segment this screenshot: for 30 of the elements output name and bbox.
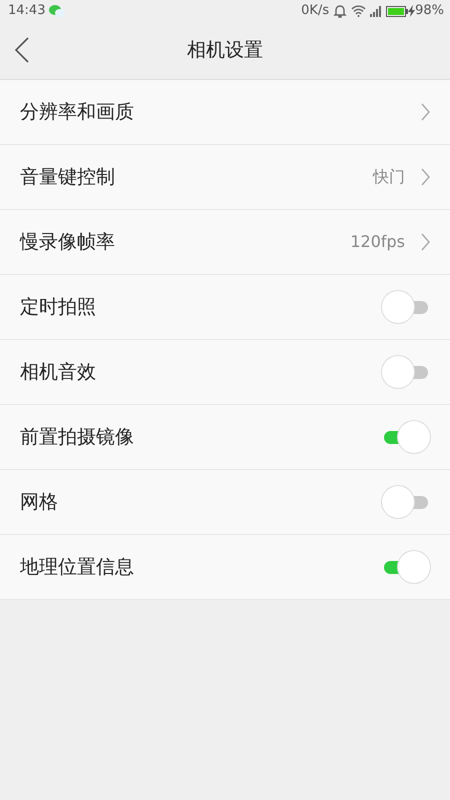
toggle-switch[interactable] xyxy=(382,420,430,454)
setting-label: 网格 xyxy=(20,490,58,515)
setting-label: 分辨率和画质 xyxy=(20,100,134,125)
setting-label: 音量键控制 xyxy=(20,164,115,190)
chevron-right-icon[interactable] xyxy=(421,103,430,121)
wifi-icon xyxy=(351,5,366,17)
back-button[interactable] xyxy=(14,36,30,64)
network-speed: 0K/s xyxy=(301,2,330,20)
battery-icon xyxy=(386,6,408,16)
setting-value: 快门 xyxy=(373,166,405,188)
setting-label: 慢录像帧率 xyxy=(20,230,115,255)
setting-label: 相机音效 xyxy=(20,360,96,385)
charging-icon xyxy=(408,5,416,17)
battery-percent: 98% xyxy=(415,2,444,20)
bell-icon xyxy=(333,4,348,18)
setting-label: 定时拍照 xyxy=(20,294,96,320)
chevron-right-icon[interactable] xyxy=(421,168,430,186)
page-title: 相机设置 xyxy=(187,38,263,64)
toggle-switch[interactable] xyxy=(382,550,430,584)
chat-icon xyxy=(49,4,66,18)
toggle-switch[interactable] xyxy=(382,485,430,519)
clock-time: 14:43 xyxy=(8,2,46,20)
setting-label: 前置拍摄镜像 xyxy=(20,424,134,450)
back-icon xyxy=(14,36,30,64)
signal-icon xyxy=(370,6,382,16)
chevron-right-icon[interactable] xyxy=(421,233,430,251)
toggle-switch[interactable] xyxy=(382,355,430,389)
toggle-switch[interactable] xyxy=(382,290,430,324)
setting-value: 120fps xyxy=(350,231,405,253)
setting-label: 地理位置信息 xyxy=(20,554,134,580)
